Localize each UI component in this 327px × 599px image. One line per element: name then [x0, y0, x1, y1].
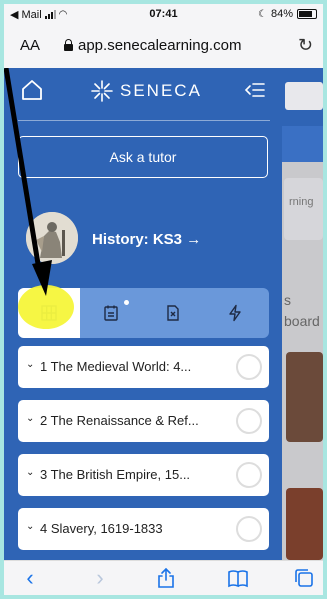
chevron-down-icon: ⌄ [26, 413, 35, 424]
progress-circle-icon [236, 408, 262, 434]
section-label: 4 Slavery, 1619-1833 [40, 521, 163, 536]
tab-smart-learn[interactable] [204, 288, 266, 338]
browser-toolbar: ‹ › [4, 560, 323, 595]
url-field[interactable]: app.senecalearning.com [64, 37, 241, 54]
lightning-icon [229, 304, 241, 322]
seneca-logo[interactable]: SENECA [90, 79, 202, 103]
reload-icon[interactable]: ↻ [298, 35, 313, 56]
background-card: rning [284, 178, 323, 240]
share-icon[interactable] [154, 567, 178, 589]
list-item[interactable]: ⌄ 3 The British Empire, 15... [18, 454, 269, 496]
ask-tutor-button[interactable]: Ask a tutor [18, 136, 268, 178]
chevron-down-icon: ⌄ [26, 359, 35, 370]
background-image [286, 352, 323, 442]
chevron-down-icon: ⌄ [26, 521, 35, 532]
bookmarks-icon[interactable] [226, 567, 250, 589]
tab-wrong-answers[interactable] [142, 288, 204, 338]
battery-icon [297, 9, 317, 19]
background-search-box [285, 82, 323, 110]
course-avatar[interactable] [26, 212, 78, 264]
course-title-link[interactable]: History: KS3 → [92, 231, 201, 248]
seneca-logo-icon [91, 80, 113, 102]
brand-name: SENECA [120, 81, 202, 100]
clipboard-icon [104, 305, 118, 321]
battery-percent: 84% [270, 8, 293, 20]
section-label: 1 The Medieval World: 4... [40, 359, 192, 374]
url-text: app.senecalearning.com [78, 37, 242, 54]
phone-screen: ◀ Mail ◠ 07:41 ☾ 84% AA app.senecalearni… [4, 4, 323, 595]
collapse-menu-icon[interactable] [244, 80, 266, 100]
background-strip [282, 126, 323, 162]
background-side-text-2: board [284, 313, 320, 329]
back-icon[interactable]: ‹ [18, 567, 42, 589]
document-x-icon [167, 305, 179, 321]
progress-circle-icon [236, 462, 262, 488]
progress-circle-icon [236, 354, 262, 380]
tabs-icon[interactable] [292, 567, 316, 589]
background-card-text: rning [289, 196, 314, 208]
list-item[interactable]: ⌄ 4 Slavery, 1619-1833 [18, 508, 269, 550]
forward-icon[interactable]: › [88, 567, 112, 589]
status-right: ☾ 84% [258, 8, 317, 20]
tab-assignments[interactable] [80, 288, 142, 338]
section-label: 2 The Renaissance & Ref... [40, 413, 199, 428]
yellow-highlight [18, 285, 74, 329]
text-size-button[interactable]: AA [20, 37, 40, 54]
notification-dot [124, 300, 129, 305]
chevron-down-icon: ⌄ [26, 467, 35, 478]
section-label: 3 The British Empire, 15... [40, 467, 191, 482]
status-bar: ◀ Mail ◠ 07:41 ☾ 84% [4, 4, 323, 26]
home-icon[interactable] [20, 78, 44, 102]
background-image [286, 488, 323, 560]
list-item[interactable]: ⌄ 2 The Renaissance & Ref... [18, 400, 269, 442]
background-side-text: s board [284, 290, 320, 332]
moon-icon: ☾ [258, 8, 267, 20]
background-side-text-1: s [284, 292, 291, 308]
divider [18, 120, 270, 121]
list-item[interactable]: ⌄ 1 The Medieval World: 4... [18, 346, 269, 388]
progress-circle-icon [236, 516, 262, 542]
address-bar[interactable]: AA app.senecalearning.com ↻ [4, 26, 323, 68]
lock-icon [64, 39, 73, 51]
